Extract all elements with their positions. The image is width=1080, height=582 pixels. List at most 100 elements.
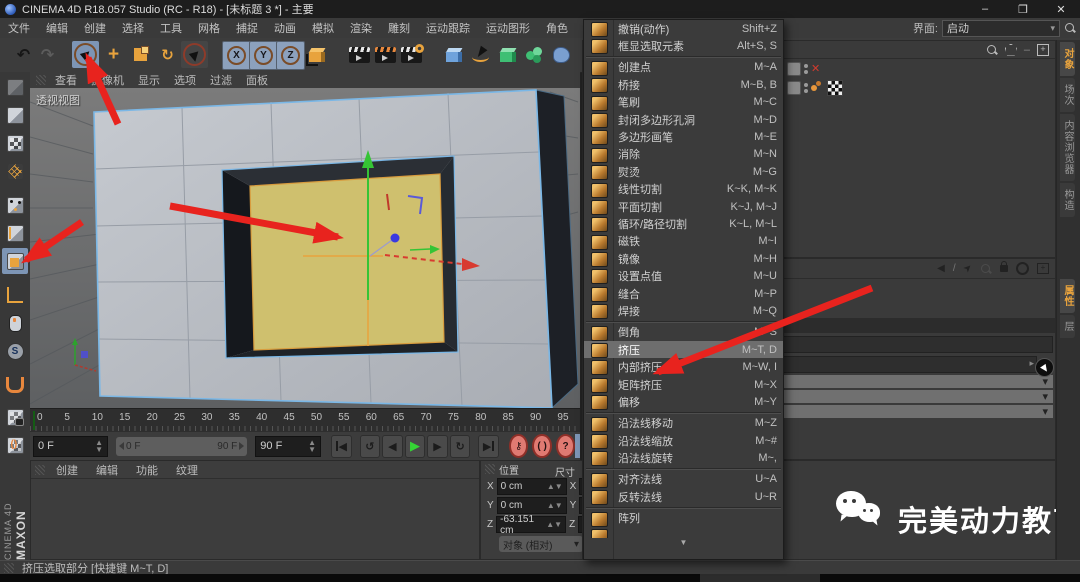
close-button[interactable]: ✕ — [1042, 0, 1080, 18]
record-keyframe-button[interactable]: ⚷ — [509, 434, 528, 458]
dock-divider[interactable] — [575, 434, 580, 458]
disabled-x-icon[interactable]: ✕ — [811, 62, 820, 75]
context-menu-item[interactable]: 镜像 M~H — [584, 250, 783, 267]
context-menu-item[interactable]: 沿法线旋转 M~, — [584, 449, 783, 466]
menu-bar-item[interactable]: 角色 — [538, 20, 576, 36]
rotate-icon[interactable]: ↻ — [154, 41, 181, 68]
coordinate-system-icon[interactable] — [303, 41, 330, 68]
goto-start-button[interactable]: ◀ — [331, 435, 352, 458]
om-search-icon[interactable] — [986, 44, 998, 56]
history-back-icon[interactable]: ◀ — [937, 263, 945, 274]
context-menu-item[interactable]: 创建点 M~A — [584, 59, 783, 76]
model-mode-icon[interactable] — [2, 102, 28, 128]
render-settings-icon[interactable] — [398, 41, 425, 68]
z-axis-lock[interactable]: Z — [276, 41, 305, 70]
viewport-menu-item[interactable]: 摄像机 — [84, 72, 131, 88]
add-mograph-icon[interactable] — [521, 41, 548, 68]
context-menu-item[interactable]: 线性切割 K~K, M~K — [584, 181, 783, 198]
menu-bar-item[interactable]: 模拟 — [304, 20, 342, 36]
context-menu-item[interactable]: 偏移 M~Y — [584, 393, 783, 410]
history-forward-icon[interactable]: / — [953, 263, 956, 274]
context-menu-item[interactable]: 笔刷 M~C — [584, 94, 783, 111]
om-minus-icon[interactable]: – — [1024, 44, 1030, 56]
previous-frame-button[interactable]: ◀ — [382, 435, 403, 458]
menu-bar-item[interactable]: 创建 — [76, 20, 114, 36]
move-icon[interactable]: + — [100, 41, 127, 68]
layer-color-box[interactable] — [787, 81, 801, 95]
viewport-interaction-icon[interactable] — [2, 310, 28, 336]
menu-bar-item[interactable]: 选择 — [114, 20, 152, 36]
y-axis-lock[interactable]: Y — [249, 41, 278, 70]
disabled-tool-icon[interactable] — [2, 74, 28, 100]
new-panel-icon[interactable]: + — [1037, 263, 1049, 274]
live-selection-active-icon[interactable] — [72, 41, 99, 68]
axis-mode-icon[interactable] — [2, 282, 28, 308]
menu-scroll-down-icon[interactable]: ▼ — [584, 538, 783, 548]
object-row[interactable]: ✕ — [784, 59, 1055, 78]
position-field[interactable]: 0 cm▲▼ — [497, 497, 567, 514]
minimize-button[interactable]: – — [966, 0, 1004, 18]
render-view-icon[interactable] — [346, 41, 373, 68]
context-menu-item[interactable]: 多边形画笔 M~E — [584, 128, 783, 145]
material-menu-item[interactable]: 功能 — [127, 462, 167, 478]
viewport-menu-item[interactable]: 显示 — [131, 72, 167, 88]
menu-bar-item[interactable]: 文件 — [0, 20, 38, 36]
context-menu-item[interactable]: 平面切割 K~J, M~J — [584, 198, 783, 215]
om-add-icon[interactable]: + — [1037, 44, 1049, 56]
context-menu-item[interactable]: 阵列 — [584, 510, 783, 527]
context-menu-item[interactable] — [584, 527, 783, 538]
menu-bar-item[interactable]: 工具 — [152, 20, 190, 36]
frame-range-slider[interactable]: 0 F 90 F — [116, 437, 247, 456]
menu-bar-item[interactable]: 网格 — [190, 20, 228, 36]
add-generator-icon[interactable] — [494, 41, 521, 68]
texture-axis-mode-icon[interactable] — [2, 158, 28, 184]
attr-search-icon[interactable] — [980, 263, 992, 275]
context-menu-item[interactable]: 撤销(动作) Shift+Z — [584, 20, 783, 37]
keyframe-options-button[interactable]: ? — [556, 434, 575, 458]
dock-tab[interactable]: 对象 — [1060, 42, 1075, 76]
position-field[interactable]: -63.151 cm▲▼ — [496, 516, 566, 533]
dock-tab[interactable]: 场次 — [1060, 78, 1075, 112]
lock-icon[interactable] — [1000, 265, 1008, 272]
viewport-menu-item[interactable]: 过滤 — [203, 72, 239, 88]
dock-tab[interactable]: 层 — [1060, 315, 1075, 338]
material-menu-item[interactable]: 创建 — [47, 462, 87, 478]
context-menu-item[interactable]: 磁铁 M~I — [584, 233, 783, 250]
snap-settings-icon[interactable]: S — [2, 338, 28, 364]
render-picture-viewer-icon[interactable] — [372, 41, 399, 68]
workplane-lock-icon[interactable] — [2, 404, 28, 430]
menu-bar-item[interactable]: 雕刻 — [380, 20, 418, 36]
viewport-menu-item[interactable]: 查看 — [48, 72, 84, 88]
context-menu-item[interactable]: 沿法线缩放 M~# — [584, 432, 783, 449]
dock-tab[interactable]: 构造 — [1060, 183, 1075, 217]
context-menu-item[interactable]: 框显选取元素 Alt+S, S — [584, 37, 783, 54]
context-menu-item[interactable]: 焊接 M~Q — [584, 302, 783, 319]
context-menu-item[interactable]: 反转法线 U~R — [584, 488, 783, 505]
context-menu-item[interactable]: 循环/路径切割 K~L, M~L — [584, 215, 783, 232]
redo-icon[interactable]: ↷ — [34, 41, 61, 68]
goto-end-button[interactable]: ▶ — [478, 435, 499, 458]
menu-bar-item[interactable]: 编辑 — [38, 20, 76, 36]
context-menu-item[interactable]: 倒角 M~S — [584, 324, 783, 341]
context-menu-item[interactable]: 内部挤压 M~W, I — [584, 358, 783, 375]
add-spline-icon[interactable] — [467, 41, 494, 68]
polygons-mode-icon[interactable] — [2, 248, 28, 274]
magnet-snap-icon[interactable] — [2, 372, 28, 398]
texture-tag-icon[interactable] — [827, 80, 843, 96]
context-menu-item[interactable]: 沿法线移动 M~Z — [584, 415, 783, 432]
material-menu-item[interactable]: 编辑 — [87, 462, 127, 478]
context-menu-item[interactable]: 对齐法线 U~A — [584, 471, 783, 488]
end-frame-field[interactable]: 90 F▲▼ — [255, 436, 321, 457]
om-home-icon[interactable] — [1005, 44, 1017, 56]
layer-color-box[interactable] — [787, 62, 801, 76]
position-field[interactable]: 0 cm▲▼ — [497, 478, 567, 495]
interface-select[interactable]: 启动 — [942, 20, 1060, 37]
panel-grip[interactable] — [485, 464, 495, 474]
current-frame-field[interactable]: 0 F▲▼ — [33, 436, 108, 457]
viewport-menu-item[interactable]: 面板 — [239, 72, 275, 88]
material-menu-item[interactable]: 纹理 — [167, 462, 207, 478]
pick-cursor-icon[interactable] — [1035, 358, 1054, 377]
context-menu-item[interactable]: 消除 M~N — [584, 146, 783, 163]
context-menu-item[interactable]: 设置点值 M~U — [584, 267, 783, 284]
autokey-button[interactable]: ( ) — [532, 434, 551, 458]
